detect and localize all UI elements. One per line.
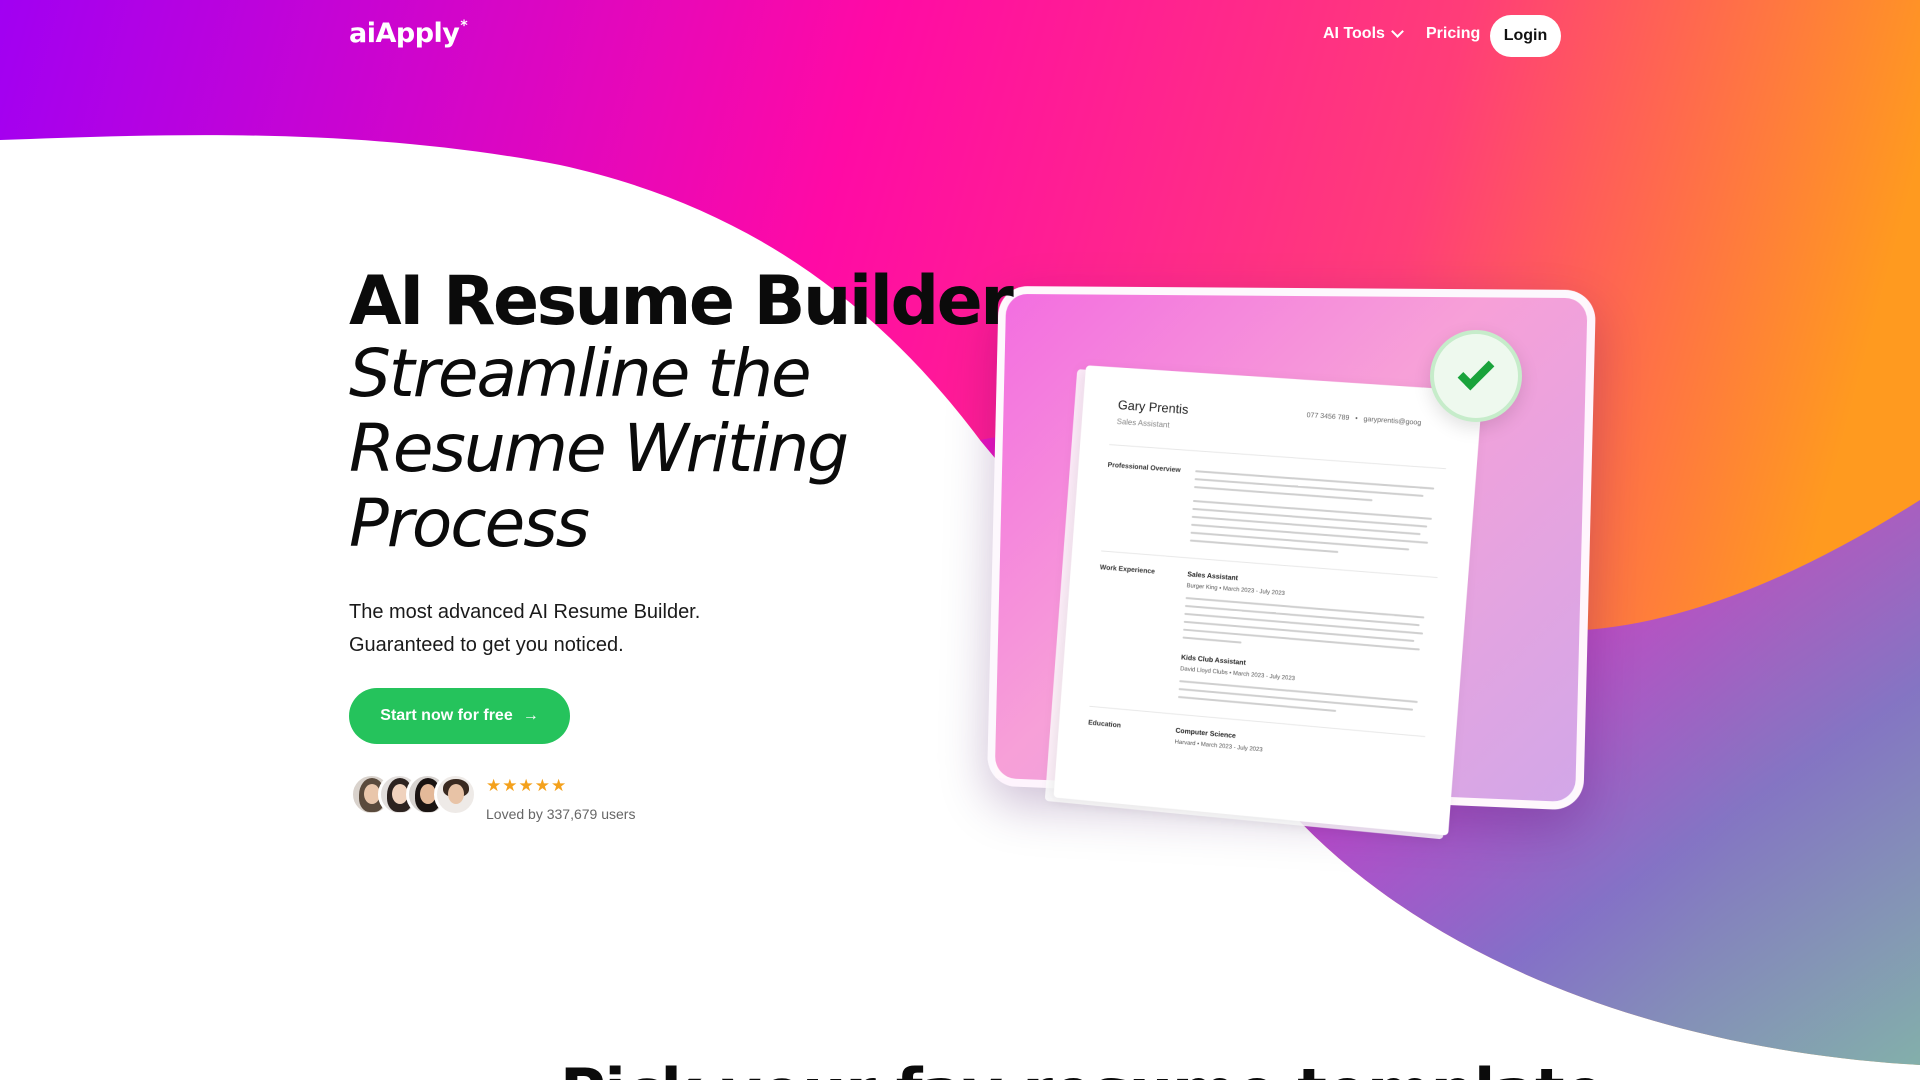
nav-ai-tools-label: AI Tools bbox=[1323, 25, 1385, 43]
education-title: Computer Science bbox=[1175, 728, 1236, 740]
resume-email: garyprentis@goog bbox=[1363, 416, 1421, 427]
resume-section-overview: Professional Overview bbox=[1107, 462, 1181, 474]
resume-section-experience: Work Experience bbox=[1100, 564, 1155, 575]
nav-pricing-link[interactable]: Pricing bbox=[1426, 25, 1480, 43]
job-title: Kids Club Assistant bbox=[1181, 654, 1246, 667]
job-title: Sales Assistant bbox=[1187, 571, 1238, 582]
resume-role: Sales Assistant bbox=[1116, 417, 1169, 430]
job-meta: Burger King • March 2023 - July 2023 bbox=[1186, 583, 1285, 597]
hero-description-line-2: Guaranteed to get you noticed. bbox=[349, 629, 749, 662]
top-navigation: aiApply* AI Tools Pricing Login bbox=[0, 0, 1920, 72]
hero-subtitle: Streamline the Resume Writing Process bbox=[349, 336, 909, 561]
user-avatars bbox=[350, 773, 462, 816]
nav-ai-tools-dropdown[interactable]: AI Tools bbox=[1323, 25, 1402, 43]
start-now-button[interactable]: Start now for free → bbox=[349, 688, 570, 744]
avatar bbox=[434, 773, 477, 816]
resume-contact: 077 3456 789 • garyprentis@goog bbox=[1306, 412, 1421, 427]
users-count-text: Loved by 337,679 users bbox=[486, 806, 635, 822]
rating-stars-icon: ★★★★★ bbox=[486, 776, 567, 796]
resume-phone: 077 3456 789 bbox=[1306, 412, 1349, 422]
templates-section-heading: Pick your fav resume template bbox=[560, 1055, 1605, 1080]
text-line bbox=[1178, 696, 1336, 712]
checkmark-badge bbox=[1430, 330, 1522, 422]
logo-star-icon: * bbox=[460, 18, 467, 34]
hero-heading-block: AI Resume Builder Streamline the Resume … bbox=[349, 262, 1011, 561]
start-now-label: Start now for free bbox=[380, 707, 512, 725]
hero-description-line-1: The most advanced AI Resume Builder. bbox=[349, 596, 749, 629]
resume-section-education: Education bbox=[1088, 720, 1121, 730]
hero-description: The most advanced AI Resume Builder. Gua… bbox=[349, 596, 749, 662]
login-button[interactable]: Login bbox=[1490, 15, 1561, 57]
arrow-right-icon: → bbox=[523, 707, 539, 725]
chevron-down-icon bbox=[1391, 25, 1404, 38]
divider bbox=[1089, 706, 1425, 737]
resume-name: Gary Prentis bbox=[1117, 397, 1188, 417]
education-meta: Harvard • March 2023 - July 2023 bbox=[1174, 739, 1262, 753]
aiapply-logo[interactable]: aiApply* bbox=[349, 18, 467, 49]
job-meta: David Lloyd Clubs • March 2023 - July 20… bbox=[1180, 666, 1295, 682]
text-line bbox=[1183, 637, 1242, 644]
page-title: AI Resume Builder bbox=[349, 262, 1011, 342]
checkmark-icon bbox=[1458, 354, 1495, 391]
resume-preview-paper: Gary Prentis Sales Assistant 077 3456 78… bbox=[1053, 365, 1482, 835]
logo-text: aiApply bbox=[349, 18, 459, 49]
